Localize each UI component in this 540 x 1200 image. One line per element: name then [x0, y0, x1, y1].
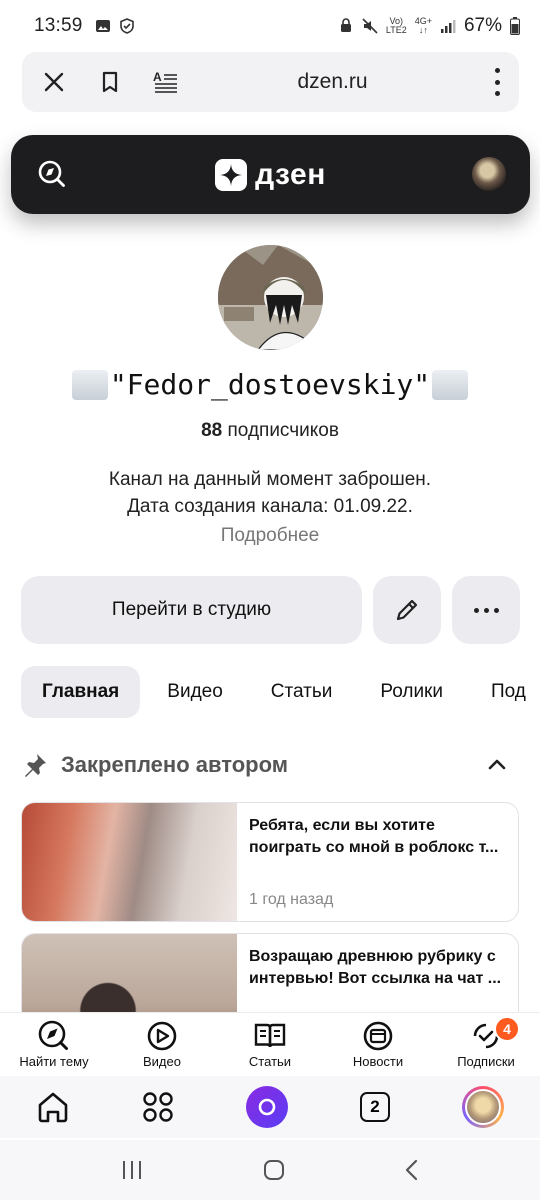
svg-text:A: A — [153, 70, 162, 84]
dzen-logo[interactable]: дзен — [215, 158, 326, 192]
apps-grid-icon[interactable] — [142, 1091, 174, 1123]
description-line: Дата создания канала: 01.09.22. — [127, 496, 413, 517]
bookmark-icon — [102, 71, 118, 93]
volte-indicator: Vo) LTE2 — [385, 16, 407, 35]
home-icon[interactable] — [36, 1090, 70, 1124]
description-line: Канал на данный момент заброшен. — [108, 469, 432, 490]
go-to-studio-button[interactable]: Перейти в студию — [21, 576, 362, 644]
gallery-icon — [95, 20, 110, 32]
channel-tabs: Главная Видео Статьи Ролики Под — [21, 666, 540, 718]
shield-icon — [119, 18, 134, 34]
channel-avatar-image — [218, 245, 323, 350]
close-tab-button[interactable] — [26, 52, 82, 112]
pinned-card[interactable]: Ребята, если вы хотите поиграть со мной … — [21, 802, 519, 922]
search-compass-icon — [38, 160, 65, 187]
nav-label: Новости — [352, 1054, 404, 1069]
tab-video[interactable]: Видео — [146, 666, 244, 718]
more-options-button[interactable] — [452, 576, 520, 644]
reader-mode-icon: A — [153, 70, 177, 93]
status-time: 13:59 — [34, 15, 83, 36]
card-body: Ребята, если вы хотите поиграть со мной … — [237, 803, 518, 921]
dzen-header: дзен — [11, 135, 530, 214]
edit-button[interactable] — [373, 576, 441, 644]
tabs-count-button[interactable]: 2 — [360, 1092, 390, 1122]
bottom-nav: Найти тему Видео Статьи Новости Подписки… — [0, 1012, 540, 1074]
channel-description: Канал на данный момент заброшен. Дата со… — [0, 466, 540, 520]
user-avatar[interactable] — [472, 157, 506, 191]
nav-label: Найти тему — [19, 1054, 89, 1069]
lock-rotate-icon — [340, 18, 351, 32]
card-meta: 1 год назад — [249, 891, 334, 908]
pencil-icon — [396, 599, 418, 621]
dzen-logo-text: дзен — [255, 157, 326, 191]
recent-apps-icon[interactable] — [120, 1159, 144, 1181]
cloud-emoji-icon — [71, 369, 108, 400]
subscribers-line: 88 подписчиков — [0, 420, 540, 442]
pinned-section-header: Закреплено автором — [21, 748, 519, 782]
channel-avatar — [218, 245, 323, 350]
card-title: Ребята, если вы хотите поиграть со мной … — [249, 817, 499, 856]
chevron-up-icon[interactable] — [485, 753, 509, 777]
signal-icon — [440, 20, 456, 33]
nav-video[interactable]: Видео — [108, 1013, 216, 1074]
browser-menu-button[interactable] — [495, 68, 501, 96]
channel-name: "Fedor_dostoevskiy" — [0, 368, 540, 401]
play-icon — [147, 1021, 177, 1051]
tab-main[interactable]: Главная — [21, 666, 141, 718]
search-button[interactable] — [37, 159, 67, 194]
battery-icon — [510, 17, 520, 35]
profile-avatar — [465, 1089, 501, 1125]
home-nav-icon[interactable] — [263, 1159, 285, 1181]
pinned-title: Закреплено автором — [61, 752, 289, 777]
alice-icon — [258, 1098, 276, 1116]
status-right-icons: Vo) LTE2 4G+ ↓↑ 67% — [338, 15, 520, 37]
nav-label: Статьи — [248, 1054, 292, 1069]
bookmark-button[interactable] — [82, 52, 138, 112]
close-icon — [44, 72, 64, 92]
more-details-link[interactable]: Подробнее — [0, 525, 540, 547]
browser-toolbar: 2 — [0, 1076, 540, 1138]
nav-subscriptions[interactable]: Подписки 4 — [432, 1013, 540, 1074]
pin-icon — [25, 754, 46, 777]
data-arrows: ↓↑ — [418, 25, 428, 35]
reader-mode-button[interactable]: A — [138, 52, 194, 112]
alice-assistant-button[interactable] — [246, 1086, 288, 1128]
mobile-data-indicator: 4G+ ↓↑ — [414, 16, 432, 35]
news-icon — [363, 1021, 393, 1051]
battery-percent: 67% — [463, 15, 502, 36]
tab-shorts[interactable]: Ролики — [359, 666, 464, 718]
dzen-star-icon — [215, 158, 248, 191]
channel-name-text: "Fedor_dostoevskiy" — [109, 368, 431, 401]
card-thumbnail — [22, 803, 237, 921]
subscribers-label: подписчиков — [227, 420, 339, 441]
nav-label: Подписки — [457, 1054, 515, 1069]
subscriptions-badge: 4 — [494, 1016, 520, 1042]
tab-articles[interactable]: Статьи — [250, 666, 354, 718]
system-nav-bar — [0, 1140, 540, 1200]
tab-more[interactable]: Под — [470, 666, 540, 718]
nav-articles[interactable]: Статьи — [216, 1013, 324, 1074]
status-bar: 13:59 Vo) LTE2 4G+ ↓↑ 67% — [0, 0, 540, 52]
cloud-emoji-icon — [432, 369, 469, 400]
page: 13:59 Vo) LTE2 4G+ ↓↑ 67% A dzen.ru дзен… — [0, 0, 540, 1200]
compass-icon — [38, 1020, 68, 1050]
card-title: Возращаю древнюю рубрику с интервью! Вот… — [249, 948, 502, 987]
subscribers-count: 88 — [201, 420, 223, 441]
mute-icon — [362, 18, 378, 34]
url-field[interactable]: dzen.ru — [198, 70, 467, 94]
status-left-icons — [95, 18, 135, 34]
nav-news[interactable]: Новости — [324, 1013, 432, 1074]
book-icon — [254, 1023, 286, 1048]
nav-label: Видео — [143, 1054, 181, 1069]
back-icon[interactable] — [404, 1159, 420, 1181]
profile-button[interactable] — [462, 1086, 504, 1128]
browser-address-bar: A dzen.ru — [22, 52, 519, 112]
nav-find-topic[interactable]: Найти тему — [0, 1013, 108, 1074]
